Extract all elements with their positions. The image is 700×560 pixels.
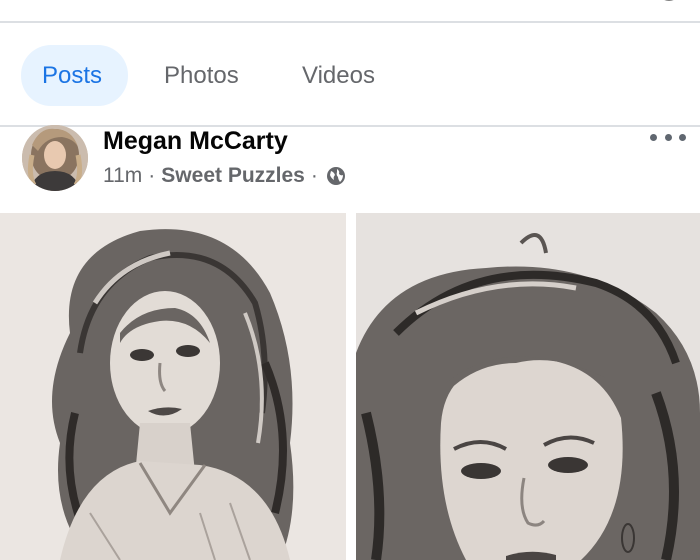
sketch-portrait-right: [356, 213, 700, 560]
search-bar-strip: [0, 0, 700, 22]
search-icon[interactable]: [32, 0, 46, 4]
meta-separator: ·: [148, 164, 156, 187]
more-options-icon[interactable]: [650, 127, 686, 147]
avatar-image: [22, 125, 88, 191]
more-dot: [650, 133, 657, 141]
facebook-group-page: Posts Photos Videos Megan McCarty 11m ·: [0, 0, 700, 560]
post-photos: [0, 213, 700, 560]
content-tabs: Posts Photos Videos: [0, 23, 700, 126]
tab-posts[interactable]: Posts: [21, 45, 128, 106]
photo-sketch-woman-right[interactable]: [356, 213, 700, 560]
post-meta: 11m · Sweet Puzzles ·: [103, 164, 346, 188]
post-author-name[interactable]: Megan McCarty: [103, 127, 288, 156]
post-header: Megan McCarty 11m · Sweet Puzzles ·: [0, 125, 700, 213]
tab-videos[interactable]: Videos: [281, 45, 396, 106]
tab-videos-label: Videos: [302, 61, 375, 89]
post-time[interactable]: 11m: [103, 164, 142, 188]
more-dot: [679, 133, 686, 141]
post-group-name[interactable]: Sweet Puzzles: [161, 164, 305, 188]
tab-posts-label: Posts: [42, 61, 103, 89]
more-dot: [664, 133, 672, 141]
meta-separator-2: ·: [310, 164, 318, 187]
gear-icon[interactable]: [654, 0, 684, 4]
photo-sketch-woman-left[interactable]: [0, 213, 346, 560]
tab-photos[interactable]: Photos: [143, 45, 260, 106]
sketch-portrait-left: [0, 213, 346, 560]
tab-photos-label: Photos: [164, 61, 239, 89]
globe-icon: [326, 167, 345, 185]
avatar[interactable]: [22, 125, 88, 191]
photo-gap: [346, 213, 356, 560]
